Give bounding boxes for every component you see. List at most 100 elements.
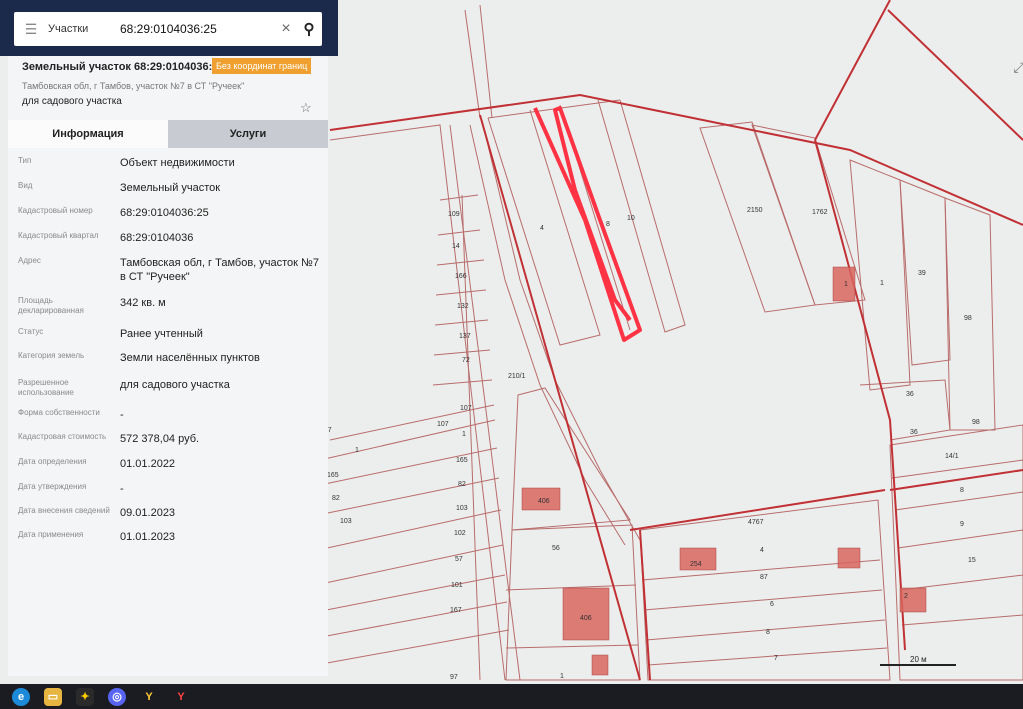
parcel-label: 102 bbox=[454, 530, 466, 537]
parcel-label: 406 bbox=[580, 615, 592, 622]
info-row-value[interactable]: 68:29:0104036 bbox=[120, 231, 320, 245]
info-row-value: - bbox=[120, 409, 124, 421]
search-panel-header: ☰ Участки 68:29:0104036:25 × ⚲ bbox=[0, 0, 338, 56]
highlighted-parcel-outline bbox=[533, 106, 642, 342]
parcel-label: 56 bbox=[552, 545, 560, 552]
info-row-label: Тип bbox=[18, 156, 32, 165]
info-row-label: Дата определения bbox=[18, 457, 87, 466]
parcel-label: 87 bbox=[760, 574, 768, 581]
tab-information[interactable]: Информация bbox=[8, 120, 168, 148]
parcel-label: 8 bbox=[960, 487, 964, 494]
parcel-label: 8 bbox=[766, 629, 770, 636]
info-row-value: Ранее учтенный bbox=[120, 328, 203, 340]
parcel-label: 4767 bbox=[748, 519, 764, 526]
parcel-label: 165 bbox=[327, 472, 339, 479]
parcel-label: 14 bbox=[452, 243, 460, 250]
parcel-label: 103 bbox=[456, 505, 468, 512]
parcel-label: 109 bbox=[448, 211, 460, 218]
parcel-label: 4 bbox=[760, 547, 764, 554]
search-icon[interactable]: ⚲ bbox=[296, 20, 322, 38]
panel-tabs: Информация Услуги bbox=[8, 120, 328, 148]
info-row-label: Кадастровая стоимость bbox=[18, 432, 107, 441]
parcel-label: 166 bbox=[455, 273, 467, 280]
info-row-value: Земельный участок bbox=[120, 182, 221, 194]
info-row-label: Разрешенное использование bbox=[18, 378, 74, 397]
parcel-label: 10 bbox=[627, 215, 635, 222]
info-row-value: 342 кв. м bbox=[120, 297, 166, 309]
parcel-label: 98 bbox=[964, 315, 972, 322]
parcel-label: 107 bbox=[437, 421, 449, 428]
parcel-label: 82 bbox=[332, 495, 340, 502]
search-input[interactable]: 68:29:0104036:25 bbox=[120, 22, 276, 36]
info-row-label: Дата применения bbox=[18, 530, 84, 539]
taskbar: e ▭ ✦ ◎ Y Y bbox=[0, 684, 1023, 709]
info-row-label: Категория земель bbox=[18, 351, 85, 360]
parcel-label: 98 bbox=[972, 419, 980, 426]
search-category-select[interactable]: Участки bbox=[48, 23, 120, 35]
maximize-icon[interactable]: ⤢ bbox=[1008, 56, 1023, 78]
panel-usage: для садового участка bbox=[22, 96, 122, 107]
parcel-label: 2 bbox=[904, 593, 908, 600]
parcel-label: 101 bbox=[451, 582, 463, 589]
info-row-label: Вид bbox=[18, 181, 33, 190]
info-row-value: 572 378,04 руб. bbox=[120, 433, 200, 445]
panel-title: Земельный участок 68:29:0104036:25 bbox=[22, 61, 225, 73]
parcel-label: 1 bbox=[462, 431, 466, 438]
parcel-label: 14/1 bbox=[945, 453, 959, 460]
folder-icon[interactable]: ▭ bbox=[44, 687, 62, 706]
discord-icon[interactable]: ◎ bbox=[108, 687, 126, 706]
info-row-label: Кадастровый квартал bbox=[18, 231, 99, 240]
yandex-icon[interactable]: Y bbox=[140, 688, 158, 706]
parcel-label: 210/1 bbox=[508, 373, 526, 380]
info-row-label: Дата внесения сведений bbox=[18, 506, 110, 515]
info-row-label: Кадастровый номер bbox=[18, 206, 93, 215]
parcel-label: 254 bbox=[690, 561, 702, 568]
no-coordinates-badge: Без координат границ bbox=[212, 58, 312, 74]
parcel-label: 36 bbox=[910, 429, 918, 436]
edge-icon[interactable]: e bbox=[12, 687, 30, 706]
parcel-label: 1 bbox=[355, 447, 359, 454]
parcel-label: 82 bbox=[458, 481, 466, 488]
parcel-label: 8 bbox=[606, 221, 610, 228]
parcel-label: 57 bbox=[455, 556, 463, 563]
info-row-label: Площадь декларированная bbox=[18, 296, 84, 315]
info-row-value: 09.01.2023 bbox=[120, 507, 176, 519]
parcel-label: 107 bbox=[460, 405, 472, 412]
parcel-label: 1 bbox=[844, 281, 848, 288]
parcel-label: 36 bbox=[906, 391, 914, 398]
star-icon[interactable]: ☆ bbox=[300, 100, 312, 116]
tab-services[interactable]: Услуги bbox=[168, 120, 328, 148]
parcel-label: 137 bbox=[459, 333, 471, 340]
info-row-value[interactable]: 68:29:0104036:25 bbox=[120, 206, 320, 220]
hamburger-icon[interactable]: ☰ bbox=[14, 12, 48, 46]
info-row-label: Форма собственности bbox=[18, 408, 100, 417]
info-row-value: 01.01.2023 bbox=[120, 531, 176, 543]
yandex-browser-icon[interactable]: ✦ bbox=[76, 687, 94, 706]
object-info-panel: Земельный участок 68:29:0104036:25 Без к… bbox=[8, 56, 328, 676]
info-row-value: Объект недвижимости bbox=[120, 157, 235, 169]
info-row-value: - bbox=[120, 483, 124, 495]
parcel-label: 97 bbox=[450, 674, 458, 681]
yandex-red-icon[interactable]: Y bbox=[172, 688, 190, 706]
close-icon[interactable]: × bbox=[276, 20, 296, 38]
parcel-label: 7 bbox=[774, 655, 778, 662]
info-row-label: Статус bbox=[18, 327, 44, 336]
parcel-label: 72 bbox=[462, 357, 470, 364]
info-row-label: Адрес bbox=[18, 256, 41, 265]
parcel-label: 9 bbox=[960, 521, 964, 528]
info-row-value: Земли населённых пунктов bbox=[120, 352, 260, 364]
parcel-label: 1762 bbox=[812, 209, 828, 216]
search-bar[interactable]: ☰ Участки 68:29:0104036:25 × ⚲ bbox=[14, 12, 322, 46]
parcel-label: 406 bbox=[538, 498, 550, 505]
parcel-label: 132 bbox=[457, 303, 469, 310]
parcel-label: 39 bbox=[918, 270, 926, 277]
parcel-label: 1 bbox=[880, 280, 884, 287]
map-scale-label: 20 м bbox=[910, 655, 927, 664]
parcel-label: 1 bbox=[560, 673, 564, 680]
parcel-label: 15 bbox=[968, 557, 976, 564]
parcel-label: 103 bbox=[340, 518, 352, 525]
parcel-label: 4 bbox=[540, 225, 544, 232]
parcel-label: 167 bbox=[450, 607, 462, 614]
panel-address: Тамбовская обл, г Тамбов, участок №7 в С… bbox=[22, 81, 245, 91]
info-row-label: Дата утверждения bbox=[18, 482, 87, 491]
